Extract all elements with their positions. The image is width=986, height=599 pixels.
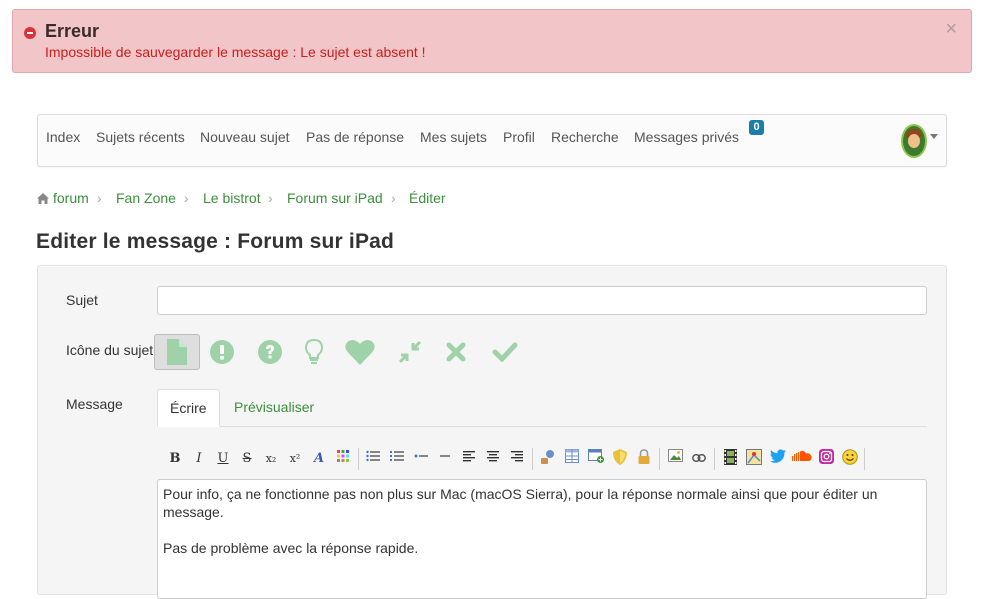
breadcrumb-topic[interactable]: Forum sur iPad xyxy=(287,190,383,206)
check-icon[interactable] xyxy=(482,334,528,370)
nav-new-topic[interactable]: Nouveau sujet xyxy=(200,129,290,145)
nav-index[interactable]: Index xyxy=(46,129,80,145)
nav-unanswered[interactable]: Pas de réponse xyxy=(306,129,404,145)
pm-count-badge: 0 xyxy=(749,120,764,135)
spoiler-shield-icon[interactable] xyxy=(610,449,630,469)
breadcrumb-forum[interactable]: forum xyxy=(53,190,89,206)
font-button[interactable]: A xyxy=(309,449,329,469)
breadcrumb-le-bistrot[interactable]: Le bistrot xyxy=(203,190,261,206)
align-center-icon[interactable] xyxy=(483,449,503,469)
numbered-list-icon[interactable] xyxy=(387,449,407,469)
bbcode-toolbar: B I U S x₂ x² A xyxy=(157,446,927,472)
subject-input[interactable] xyxy=(157,286,927,315)
tab-write[interactable]: Écrire xyxy=(157,389,220,427)
nav-private-messages[interactable]: Messages privés xyxy=(634,129,739,145)
avatar[interactable] xyxy=(901,124,927,158)
question-icon[interactable] xyxy=(247,334,293,370)
instagram-icon[interactable] xyxy=(816,449,836,469)
nav-search[interactable]: Recherche xyxy=(551,129,619,145)
toolbar-separator xyxy=(532,448,533,470)
message-paragraph: Pas de problème avec la réponse rapide. xyxy=(163,540,419,556)
list-item-icon[interactable] xyxy=(411,449,431,469)
topic-icon-label: Icône du sujet xyxy=(66,342,154,358)
toolbar-separator xyxy=(659,448,660,470)
subscript-button[interactable]: x₂ xyxy=(261,449,281,469)
cross-icon[interactable] xyxy=(433,334,479,370)
toolbar-separator xyxy=(864,448,865,470)
lock-icon[interactable] xyxy=(634,449,654,469)
italic-button[interactable]: I xyxy=(189,449,209,469)
bold-button[interactable]: B xyxy=(165,449,185,469)
breadcrumb-edit[interactable]: Éditer xyxy=(409,190,446,206)
chevron-right-icon: › xyxy=(184,190,189,206)
toolbar-separator xyxy=(714,448,715,470)
map-icon[interactable] xyxy=(744,449,764,469)
message-label: Message xyxy=(66,396,123,412)
nav-profile[interactable]: Profil xyxy=(503,129,535,145)
align-left-icon[interactable] xyxy=(459,449,479,469)
chevron-down-icon[interactable] xyxy=(930,134,938,139)
exclamation-icon[interactable] xyxy=(199,334,245,370)
tab-preview[interactable]: Prévisualiser xyxy=(222,389,326,427)
align-right-icon[interactable] xyxy=(507,449,527,469)
chevron-right-icon: › xyxy=(391,190,396,206)
quote-icon[interactable] xyxy=(538,449,558,469)
editor-tabs: Écrire Prévisualiser xyxy=(157,389,927,427)
nav-my-topics[interactable]: Mes sujets xyxy=(420,129,487,145)
message-textarea[interactable]: Pour info, ça ne fonctionne pas non plus… xyxy=(157,479,927,599)
table-icon[interactable] xyxy=(562,449,582,469)
bullet-list-icon[interactable] xyxy=(363,449,383,469)
error-icon xyxy=(24,27,36,39)
document-icon[interactable] xyxy=(154,334,200,370)
strikethrough-button[interactable]: S xyxy=(237,449,257,469)
link-icon[interactable] xyxy=(689,449,709,469)
close-icon[interactable]: × xyxy=(945,19,957,39)
video-icon[interactable] xyxy=(720,449,740,469)
color-grid-icon[interactable] xyxy=(333,449,353,469)
lightbulb-icon[interactable] xyxy=(291,334,337,370)
soundcloud-icon[interactable] xyxy=(792,449,812,469)
chevron-right-icon: › xyxy=(268,190,273,206)
top-navbar: Index Sujets récents Nouveau sujet Pas d… xyxy=(37,114,947,167)
chevron-right-icon: › xyxy=(97,190,102,206)
breadcrumb-fan-zone[interactable]: Fan Zone xyxy=(116,190,176,206)
page-title: Editer le message : Forum sur iPad xyxy=(36,230,395,253)
compress-icon[interactable] xyxy=(387,334,433,370)
superscript-button[interactable]: x² xyxy=(285,449,305,469)
message-paragraph: Pour info, ça ne fonctionne pas non plus… xyxy=(163,486,878,520)
alert-message: Impossible de sauvegarder le message : L… xyxy=(45,44,426,60)
nav-recent-topics[interactable]: Sujets récents xyxy=(96,129,185,145)
subject-label: Sujet xyxy=(66,292,98,308)
smiley-icon[interactable] xyxy=(840,449,860,469)
alert-title: Erreur xyxy=(45,21,100,41)
home-icon xyxy=(37,193,49,204)
heart-icon[interactable] xyxy=(337,334,383,370)
avatar-face xyxy=(908,134,920,148)
image-icon[interactable] xyxy=(665,449,685,469)
error-alert: Erreur Impossible de sauvegarder le mess… xyxy=(12,9,972,73)
underline-button[interactable]: U xyxy=(213,449,233,469)
toolbar-separator xyxy=(358,448,359,470)
add-window-icon[interactable] xyxy=(586,449,606,469)
horizontal-rule-icon[interactable] xyxy=(435,449,455,469)
twitter-icon[interactable] xyxy=(768,449,788,469)
